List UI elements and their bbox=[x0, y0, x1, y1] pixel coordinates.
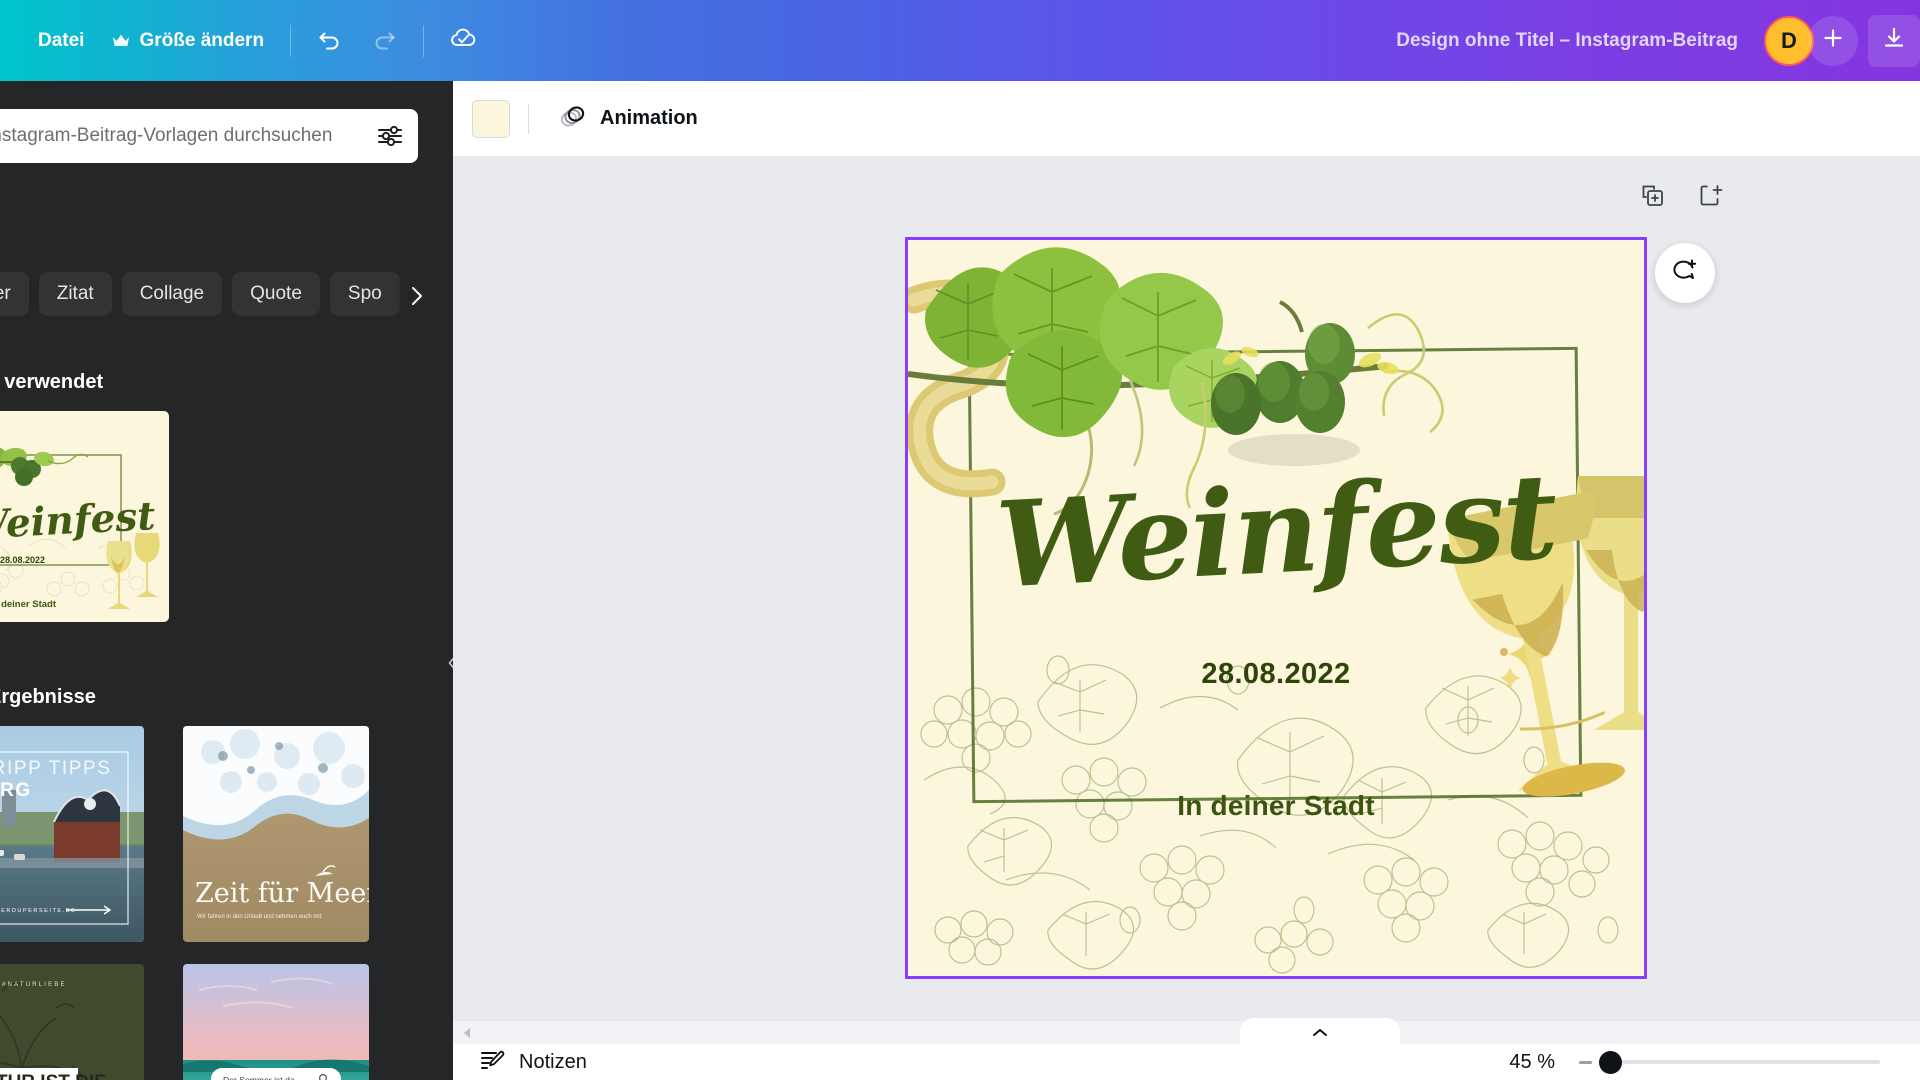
add-comment-icon bbox=[1670, 256, 1700, 291]
svg-text:RZTRIPP TIPPS: RZTRIPP TIPPS bbox=[0, 758, 112, 779]
tabs-scroll-right-button[interactable] bbox=[396, 278, 430, 318]
templates-side-panel: mer Zitat Collage Quote Spo zt verwendet bbox=[0, 81, 453, 1080]
cloud-check-icon bbox=[448, 23, 478, 58]
tab-label: Quote bbox=[250, 283, 302, 304]
collapse-panel-button[interactable] bbox=[441, 606, 453, 724]
zoom-slider-handle[interactable] bbox=[1599, 1050, 1622, 1074]
svg-text:Wir fahren in den Urlaub und n: Wir fahren in den Urlaub und nehmen euch… bbox=[197, 914, 323, 920]
design-page[interactable]: Weinfest 28.08.2022 In deiner Stadt bbox=[905, 237, 1647, 979]
animation-button[interactable]: Animation bbox=[547, 94, 708, 143]
zoom-slider-track[interactable] bbox=[1622, 1060, 1880, 1064]
zoom-percentage[interactable]: 45 % bbox=[1509, 1051, 1555, 1074]
avatar[interactable]: D bbox=[1764, 15, 1814, 66]
tab-label: Spo bbox=[347, 283, 382, 304]
top-bar-right-group: Design ohne Titel – Instagram-Beitrag D bbox=[1396, 0, 1920, 81]
file-menu-button[interactable]: Datei bbox=[24, 0, 98, 81]
file-menu-label: Datei bbox=[38, 29, 85, 51]
redo-button[interactable] bbox=[361, 18, 407, 64]
recent-template-weinfest[interactable]: Weinfest 28.08.2022 In deiner Stadt bbox=[0, 411, 169, 622]
results-heading: Ergebnisse bbox=[0, 686, 96, 708]
background-color-swatch[interactable] bbox=[472, 99, 510, 138]
svg-text:WWW.SUPERDUPERSEITE.DE: WWW.SUPERDUPERSEITE.DE bbox=[0, 908, 76, 914]
animation-icon bbox=[557, 101, 587, 136]
recently-used-heading: zt verwendet bbox=[0, 371, 104, 393]
add-page-icon bbox=[1698, 183, 1724, 214]
add-comment-button[interactable] bbox=[1655, 243, 1715, 303]
svg-text:Der Sommer ist da: Der Sommer ist da bbox=[223, 1075, 295, 1080]
search-box[interactable] bbox=[0, 109, 418, 163]
sliders-icon[interactable] bbox=[376, 124, 404, 148]
zoom-slider[interactable] bbox=[1579, 1050, 1880, 1074]
tab-label: mer bbox=[0, 283, 11, 304]
toolbar-divider-2 bbox=[423, 24, 425, 57]
search-container bbox=[0, 109, 418, 163]
resize-label: Größe ändern bbox=[139, 29, 265, 51]
svg-text:Zeit für Meer!: Zeit für Meer! bbox=[195, 878, 369, 909]
chevron-right-icon bbox=[409, 284, 425, 313]
tab-zitat[interactable]: Zitat bbox=[38, 272, 112, 316]
animation-label: Animation bbox=[600, 107, 698, 129]
template-category-tabs: mer Zitat Collage Quote Spo bbox=[0, 272, 400, 316]
page-tools bbox=[1640, 183, 1724, 214]
redo-icon bbox=[370, 24, 398, 57]
design-city[interactable]: In deiner Stadt bbox=[908, 790, 1644, 822]
svg-text:#NATURLIEBE: #NATURLIEBE bbox=[2, 982, 67, 988]
tab-label: Collage bbox=[139, 283, 205, 304]
chevron-up-icon bbox=[1311, 1025, 1329, 1043]
avatar-initial: D bbox=[1781, 27, 1797, 53]
duplicate-page-button[interactable] bbox=[1640, 183, 1666, 214]
toolbar-divider-1 bbox=[290, 24, 292, 57]
canvas-horizontal-scrollbar[interactable] bbox=[453, 1020, 1920, 1044]
download-icon bbox=[1881, 25, 1907, 56]
invite-collaborator-button[interactable] bbox=[1808, 15, 1858, 66]
notes-icon bbox=[480, 1047, 506, 1078]
svg-text:E NATUR IST DIE: E NATUR IST DIE bbox=[0, 1072, 107, 1080]
undo-button[interactable] bbox=[307, 18, 353, 64]
tab-quote[interactable]: Quote bbox=[232, 272, 320, 316]
download-button[interactable] bbox=[1868, 14, 1920, 67]
design-date[interactable]: 28.08.2022 bbox=[908, 658, 1644, 691]
template-card-natur-apotheke[interactable]: #NATURLIEBE E NATUR IST DIE STE APOTHEKE… bbox=[0, 964, 144, 1080]
template-card-sommer-ist-da[interactable]: Der Sommer ist da bbox=[183, 964, 369, 1080]
chevron-left-icon bbox=[447, 655, 453, 676]
canvas-area[interactable]: Weinfest 28.08.2022 In deiner Stadt bbox=[453, 157, 1920, 1020]
editor-toolbar: Animation bbox=[453, 81, 1920, 157]
svg-text:28.08.2022: 28.08.2022 bbox=[0, 555, 45, 565]
search-input[interactable] bbox=[0, 125, 370, 147]
plus-icon bbox=[1821, 26, 1845, 55]
notes-label: Notizen bbox=[519, 1050, 587, 1073]
top-bar: Datei Größe ändern Design ohne Titel – I… bbox=[0, 0, 1920, 81]
design-page-wrapper[interactable]: Weinfest 28.08.2022 In deiner Stadt bbox=[905, 237, 1647, 979]
notes-button[interactable]: Notizen bbox=[480, 1047, 587, 1078]
tab-sport[interactable]: Spo bbox=[329, 272, 400, 316]
design-title[interactable]: Weinfest bbox=[908, 446, 1644, 614]
tab-sommer[interactable]: mer bbox=[0, 272, 29, 316]
template-card-kurztripp-hamburg[interactable]: RZTRIPP TIPPS MBURG WWW.SUPERDUPERSEITE.… bbox=[0, 726, 144, 942]
zoom-controls: 45 % bbox=[1509, 1050, 1880, 1074]
tab-label: Zitat bbox=[56, 283, 94, 304]
duplicate-page-icon bbox=[1640, 183, 1666, 214]
resize-button[interactable]: Größe ändern bbox=[98, 0, 278, 81]
undo-icon bbox=[316, 24, 344, 57]
cloud-saved-button[interactable] bbox=[440, 18, 486, 64]
add-page-button[interactable] bbox=[1698, 183, 1724, 214]
template-card-zeit-fuer-meer[interactable]: Zeit für Meer! Wir fahren in den Urlaub … bbox=[183, 726, 369, 942]
zoom-out-icon[interactable] bbox=[1579, 1060, 1592, 1064]
crown-icon bbox=[112, 33, 130, 48]
top-bar-left-group: Datei Größe ändern bbox=[0, 0, 490, 81]
svg-text:In deiner Stadt: In deiner Stadt bbox=[0, 599, 57, 610]
tab-collage[interactable]: Collage bbox=[121, 272, 223, 316]
template-results-grid: RZTRIPP TIPPS MBURG WWW.SUPERDUPERSEITE.… bbox=[0, 726, 432, 1080]
status-bar: Notizen 45 % bbox=[453, 1044, 1920, 1080]
svg-text:MBURG: MBURG bbox=[0, 780, 32, 801]
caret-left-icon[interactable] bbox=[461, 1026, 473, 1040]
document-title[interactable]: Design ohne Titel – Instagram-Beitrag bbox=[1396, 30, 1738, 52]
editor-toolbar-divider bbox=[528, 103, 529, 134]
